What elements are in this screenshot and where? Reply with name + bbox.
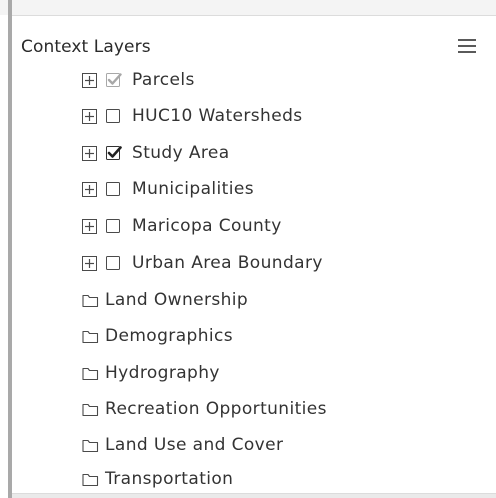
top-band — [0, 0, 496, 15]
group-row-transportation[interactable]: Transportation — [82, 466, 233, 492]
layer-label: Study Area — [132, 143, 230, 163]
group-row-land-use-and-cover[interactable]: Land Use and Cover — [82, 432, 283, 458]
panel-title: Context Layers — [21, 37, 151, 57]
plus-box-icon[interactable] — [82, 145, 97, 161]
layer-label: HUC10 Watersheds — [132, 106, 303, 126]
group-row-demographics[interactable]: Demographics — [82, 323, 233, 349]
layer-row-maricopa-county[interactable]: Maricopa County — [82, 213, 282, 239]
plus-box-icon[interactable] — [82, 255, 97, 271]
group-label: Demographics — [105, 326, 234, 346]
plus-box-icon[interactable] — [82, 108, 97, 124]
checkbox-checked-icon[interactable] — [106, 145, 122, 161]
checkbox-unchecked-icon[interactable] — [106, 255, 122, 271]
group-row-recreation-opportunities[interactable]: Recreation Opportunities — [82, 396, 327, 422]
folder-icon[interactable] — [82, 402, 99, 417]
layer-label: Urban Area Boundary — [132, 253, 323, 273]
layer-row-municipalities[interactable]: Municipalities — [82, 176, 254, 202]
folder-icon[interactable] — [82, 366, 99, 381]
layer-label: Maricopa County — [132, 216, 282, 236]
group-label: Land Ownership — [105, 290, 249, 310]
plus-box-icon[interactable] — [82, 218, 97, 234]
hamburger-menu-icon[interactable] — [458, 39, 476, 55]
group-label: Hydrography — [105, 363, 220, 383]
panel-header: Context Layers — [21, 33, 476, 61]
folder-icon[interactable] — [82, 329, 99, 344]
layer-label: Parcels — [132, 70, 195, 90]
folder-icon[interactable] — [82, 438, 99, 453]
plus-box-icon[interactable] — [82, 181, 97, 197]
checkbox-unchecked-icon[interactable] — [106, 218, 122, 234]
layer-row-study-area[interactable]: Study Area — [82, 140, 230, 166]
layer-label: Municipalities — [132, 179, 254, 199]
checkbox-unchecked-icon[interactable] — [106, 108, 122, 124]
layer-row-huc10-watersheds[interactable]: HUC10 Watersheds — [82, 103, 303, 129]
layer-row-parcels[interactable]: Parcels — [82, 67, 195, 93]
checkbox-unchecked-icon[interactable] — [106, 181, 122, 197]
folder-icon[interactable] — [82, 472, 99, 487]
layer-panel-window: Context Layers Parcels HUC10 Watersheds — [0, 0, 496, 498]
folder-icon[interactable] — [82, 293, 99, 308]
layer-row-urban-area-boundary[interactable]: Urban Area Boundary — [82, 250, 323, 276]
bottom-band — [12, 494, 496, 498]
plus-box-icon[interactable] — [82, 72, 97, 88]
group-label: Recreation Opportunities — [105, 399, 327, 419]
group-label: Transportation — [105, 469, 234, 489]
group-label: Land Use and Cover — [105, 435, 284, 455]
checkbox-checked-disabled-icon[interactable] — [106, 72, 122, 88]
group-row-hydrography[interactable]: Hydrography — [82, 360, 220, 386]
group-row-land-ownership[interactable]: Land Ownership — [82, 287, 248, 313]
